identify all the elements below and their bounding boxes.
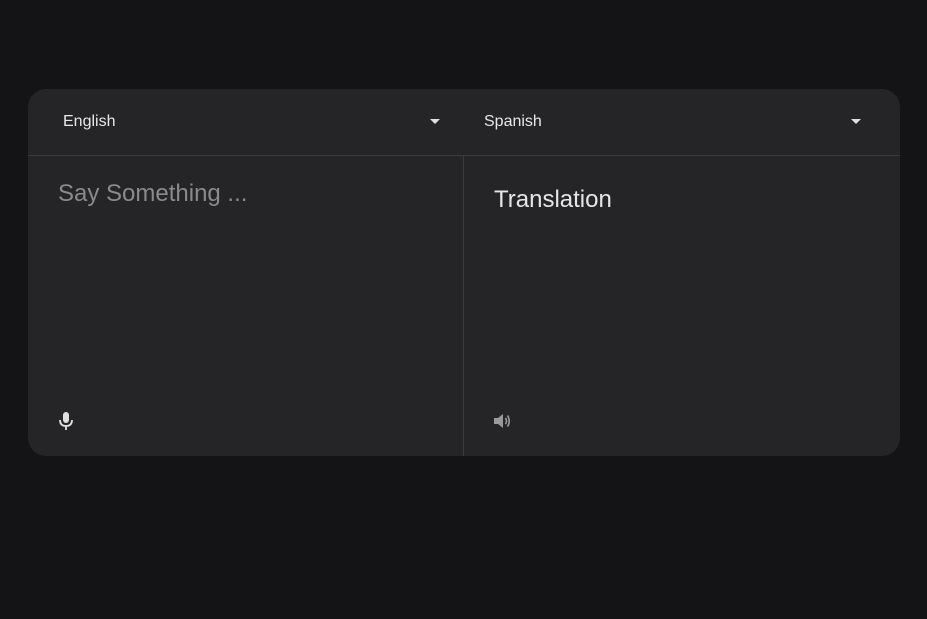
translator-card: English Spanish Translation — [28, 89, 900, 456]
source-language-select[interactable]: English — [63, 89, 440, 155]
translation-output: Translation — [494, 186, 612, 213]
target-language-label: Spanish — [484, 113, 542, 130]
source-text-input[interactable] — [58, 180, 438, 380]
microphone-icon — [59, 412, 73, 430]
microphone-button[interactable] — [56, 410, 76, 432]
speaker-icon — [494, 414, 511, 428]
caret-down-icon — [851, 119, 861, 124]
caret-down-icon — [430, 119, 440, 124]
language-bar: English Spanish — [28, 89, 900, 156]
source-pane — [28, 156, 464, 456]
source-language-label: English — [63, 113, 116, 130]
target-language-select[interactable]: Spanish — [484, 89, 861, 155]
target-pane: Translation — [464, 156, 900, 456]
speaker-button[interactable] — [492, 410, 512, 432]
